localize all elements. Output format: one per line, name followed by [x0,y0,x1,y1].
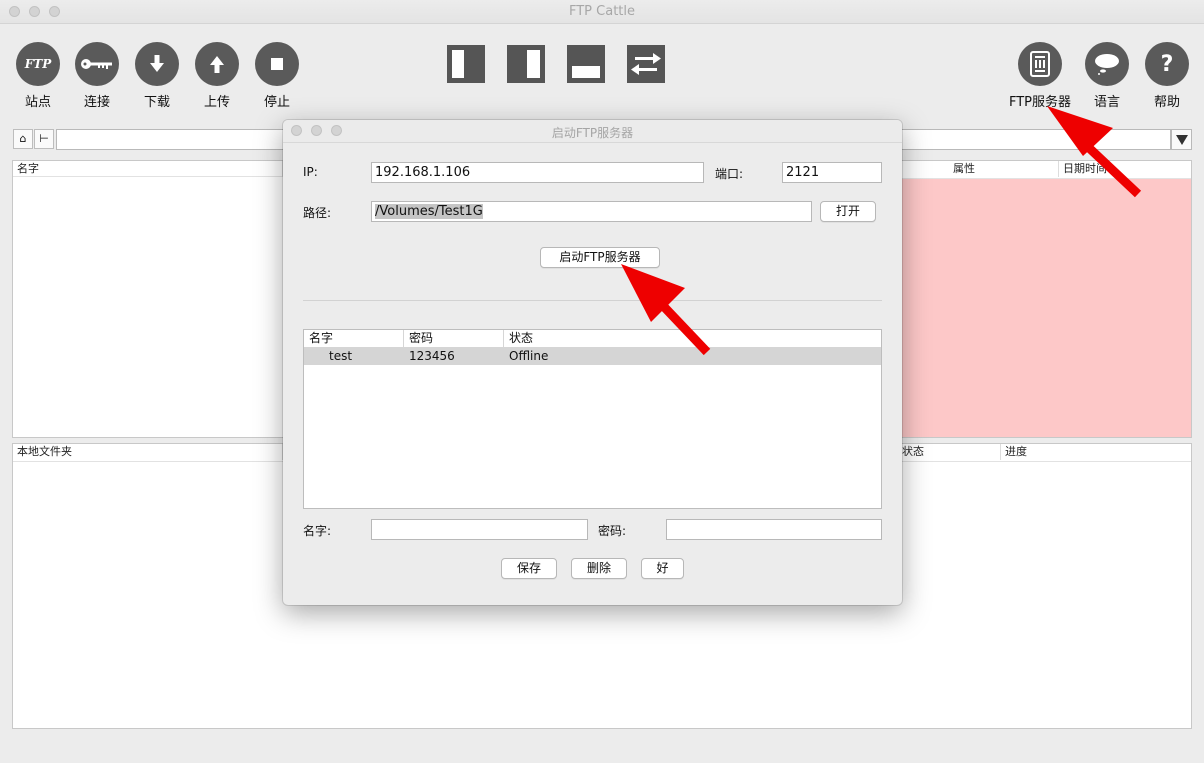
dialog-title: 启动FTP服务器 [551,126,634,140]
layout-bottom-pane-icon[interactable] [567,45,605,83]
open-button[interactable]: 打开 [820,201,876,222]
user-col-status[interactable]: 状态 [504,330,604,347]
dialog-title-bar: 启动FTP服务器 [283,120,902,143]
divider [303,300,882,301]
layout-right-pane-icon[interactable] [507,45,545,83]
download-label: 下载 [143,95,170,110]
user-name-cell: test [329,349,353,363]
site-button[interactable]: FTP 站点 [8,42,68,110]
user-col-name[interactable]: 名字 [304,330,404,347]
home-icon[interactable]: ⌂ [13,129,33,149]
arrow-down-icon [135,42,179,86]
password-input[interactable] [666,519,882,540]
ip-label: IP: [303,165,318,179]
user-password-cell: 123456 [409,349,455,363]
ip-field[interactable]: 192.168.1.106 [371,162,704,183]
remote-path-dropdown[interactable] [1171,129,1192,150]
ftp-icon: FTP [16,42,60,86]
save-button[interactable]: 保存 [501,558,557,579]
key-icon [75,42,119,86]
port-label: 端口: [715,167,744,181]
path-field[interactable]: /Volumes/Test1G [371,201,812,222]
transfer-col-status[interactable]: 状态 [898,444,1001,460]
site-label: 站点 [24,95,51,110]
remote-file-list[interactable]: 属性 日期时间 [890,160,1192,438]
title-bar: FTP Cattle [0,0,1204,24]
port-field[interactable]: 2121 [782,162,882,183]
annotation-arrow-icon [1047,106,1142,198]
local-file-list[interactable]: 名字 [12,160,297,438]
name-label: 名字: [303,524,332,538]
stop-label: 停止 [263,95,290,110]
path-value: /Volumes/Test1G [375,204,483,219]
download-button[interactable]: 下载 [127,42,187,110]
delete-button[interactable]: 删除 [571,558,627,579]
local-path-input[interactable] [56,129,296,150]
annotation-arrow-icon [621,264,711,356]
connect-button[interactable]: 连接 [67,42,127,110]
user-col-password[interactable]: 密码 [404,330,504,347]
table-row[interactable]: test 123456 Offline [304,347,881,365]
window-title: FTP Cattle [568,4,635,19]
stop-button[interactable]: 停止 [247,42,307,110]
user-table[interactable]: 名字 密码 状态 test 123456 Offline [303,329,882,509]
layout-left-pane-icon[interactable] [447,45,485,83]
question-icon: ? [1145,42,1189,86]
transfer-col-progress[interactable]: 进度 [1001,444,1101,460]
ok-button[interactable]: 好 [641,558,684,579]
speech-bubble-icon [1085,42,1129,86]
transfer-col-local-folder[interactable]: 本地文件夹 [13,444,283,460]
tree-icon[interactable]: ⊢ [34,129,54,149]
path-label: 路径: [303,206,332,220]
password-label: 密码: [598,524,627,538]
ftp-server-dialog: 启动FTP服务器 IP: 192.168.1.106 端口: 2121 路径: … [283,120,902,605]
upload-label: 上传 [203,95,230,110]
server-icon [1018,42,1062,86]
name-input[interactable] [371,519,588,540]
arrow-up-icon [195,42,239,86]
connect-label: 连接 [83,95,110,110]
swap-arrows-icon[interactable] [627,45,665,83]
user-status-cell: Offline [509,349,549,363]
local-col-name[interactable]: 名字 [13,161,283,177]
upload-button[interactable]: 上传 [187,42,247,110]
stop-icon [255,42,299,86]
